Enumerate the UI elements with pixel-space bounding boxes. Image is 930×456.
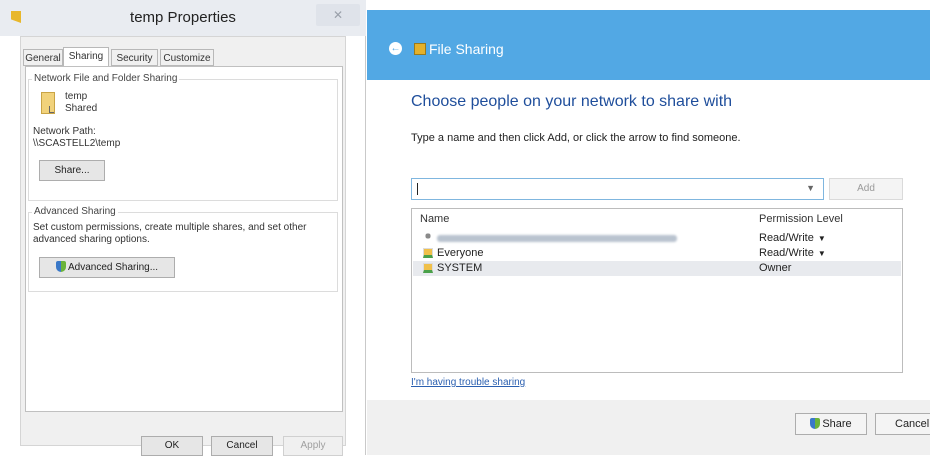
properties-titlebar[interactable]: temp Properties ✕ <box>0 0 366 36</box>
chevron-down-icon: ▼ <box>817 234 826 243</box>
list-item[interactable]: Everyone Read/Write ▼ <box>413 246 901 261</box>
properties-dialog: temp Properties ✕ General Sharing Securi… <box>0 0 366 456</box>
chevron-down-icon: ▼ <box>817 249 826 258</box>
share-button[interactable]: Share... <box>39 160 105 181</box>
file-sharing-icon <box>414 43 426 55</box>
list-item[interactable]: SYSTEM Owner <box>413 261 901 276</box>
advanced-sharing-description: Set custom permissions, create multiple … <box>33 222 307 245</box>
network-path-label: Network Path: <box>33 126 96 137</box>
cancel-button[interactable]: Cancel <box>211 436 273 456</box>
name-input[interactable]: ▼ <box>411 178 824 200</box>
ok-button[interactable]: OK <box>141 436 203 456</box>
close-icon[interactable]: ✕ <box>316 4 360 26</box>
instruction-text: Type a name and then click Add, or click… <box>411 132 741 144</box>
file-sharing-title: File Sharing <box>429 41 504 57</box>
advanced-sharing-button[interactable]: Advanced Sharing... <box>39 257 175 278</box>
trouble-sharing-link[interactable]: I'm having trouble sharing <box>411 377 525 388</box>
apply-button[interactable]: Apply <box>283 436 343 456</box>
tab-sharing[interactable]: Sharing <box>63 47 109 67</box>
user-name: SYSTEM <box>437 262 483 274</box>
folder-name: temp <box>65 91 88 102</box>
permission-level[interactable]: Read/Write ▼ <box>759 247 826 259</box>
share-confirm-label: Share <box>822 418 852 430</box>
group-icon <box>423 248 433 258</box>
shield-icon <box>55 261 66 272</box>
back-arrow-icon[interactable]: ← <box>389 42 402 55</box>
permission-level: Owner <box>759 262 792 274</box>
properties-body: General Sharing Security Customize Netwo… <box>20 36 346 456</box>
chevron-down-icon[interactable]: ▼ <box>806 183 815 193</box>
advanced-sharing-button-label: Advanced Sharing... <box>67 262 159 273</box>
redacted-name <box>437 235 677 242</box>
list-item[interactable]: Read/Write ▼ <box>413 231 901 246</box>
network-path-value: \\SCASTELL2\temp <box>33 138 121 149</box>
permission-level[interactable]: Read/Write ▼ <box>759 232 826 244</box>
folder-status: Shared <box>65 103 98 114</box>
network-sharing-label: Network File and Folder Sharing <box>32 73 180 84</box>
permission-list: Name Permission Level Read/Write ▼ Everyo… <box>411 208 903 373</box>
group-icon <box>423 263 433 273</box>
user-name: Everyone <box>437 247 484 259</box>
shared-folder-icon <box>41 92 55 114</box>
network-sharing-group: Network File and Folder Sharing temp Sha… <box>28 73 338 201</box>
share-confirm-button[interactable]: Share <box>795 413 867 435</box>
add-button[interactable]: Add <box>829 178 903 200</box>
window-top-edge <box>367 0 930 10</box>
tab-security[interactable]: Security <box>111 49 158 66</box>
column-name[interactable]: Name <box>420 213 449 225</box>
column-permission[interactable]: Permission Level <box>759 213 843 225</box>
properties-title: temp Properties <box>130 9 236 26</box>
file-sharing-window: ← File Sharing Choose people on your net… <box>367 0 930 455</box>
user-icon <box>423 233 433 243</box>
advanced-sharing-label: Advanced Sharing <box>32 206 118 217</box>
advanced-sharing-group: Advanced Sharing Set custom permissions,… <box>28 206 338 292</box>
sharing-tab-panel: Network File and Folder Sharing temp Sha… <box>25 66 343 412</box>
tab-customize[interactable]: Customize <box>160 49 214 66</box>
page-heading: Choose people on your network to share w… <box>411 93 733 110</box>
tab-general[interactable]: General <box>23 49 63 66</box>
cancel-sharing-button[interactable]: Cancel <box>875 413 930 435</box>
list-header: Name Permission Level <box>412 209 902 227</box>
text-caret <box>417 183 418 195</box>
shield-icon <box>810 418 821 429</box>
